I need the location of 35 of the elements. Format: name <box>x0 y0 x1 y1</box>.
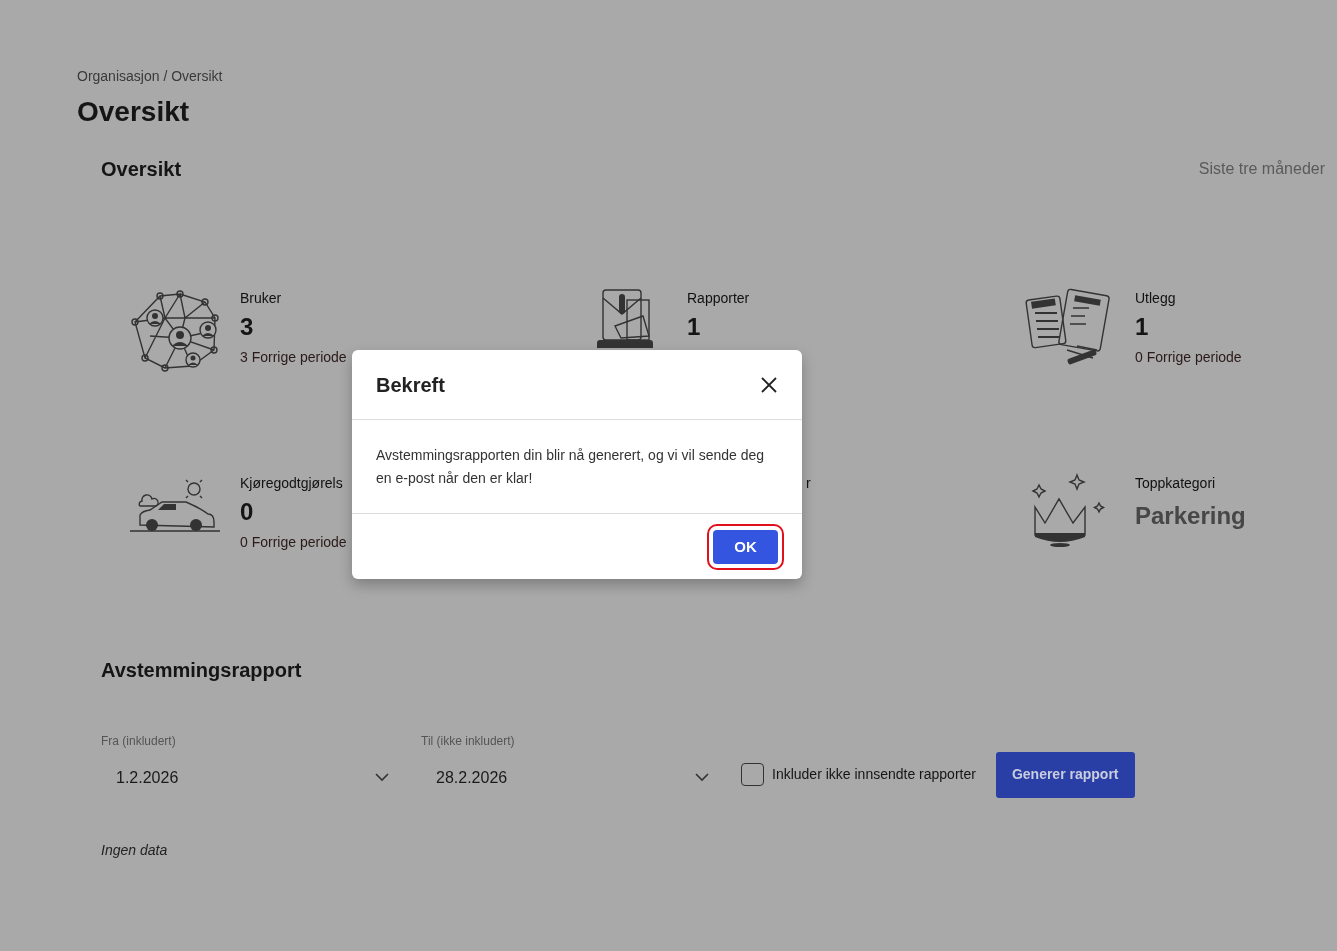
stat-value: 1 <box>1135 312 1150 342</box>
previous-period: 3 Forrige periode <box>240 348 347 368</box>
section-title: Oversikt <box>101 156 182 181</box>
checkbox-label: Inkluder ikke innsendte rapporter <box>772 765 976 785</box>
checkbox[interactable] <box>741 763 764 787</box>
stat-label: r <box>806 473 811 493</box>
stat-value: 1 <box>687 312 702 342</box>
stat-label: Utlegg <box>1135 288 1177 308</box>
date-select[interactable]: 1.2.2026 <box>101 757 395 798</box>
top-category: Parkering <box>1135 500 1246 531</box>
dialog-message: Avstemmingsrapporten din blir nå generert, og vi vil sende deg en e-post når den er klar! <box>376 446 766 488</box>
close-button[interactable] <box>760 375 778 394</box>
chevron-down-icon <box>695 773 709 783</box>
page-title: Oversikt <box>77 95 191 129</box>
chevron-down-icon <box>375 773 389 783</box>
stat-value: 0 <box>240 497 255 527</box>
dialog-title: Bekreft <box>376 372 445 397</box>
field-label: Til (ikke inkludert) <box>421 732 516 750</box>
stat-label: Bruker <box>240 288 283 308</box>
previous-period: 0 Forrige periode <box>240 533 347 553</box>
generate-report-button[interactable]: Generer rapport <box>995 751 1135 798</box>
section-title: Avstemmingsrapport <box>101 657 303 682</box>
stat-label: Rapporter <box>687 288 750 308</box>
close-icon <box>760 375 778 394</box>
stat-value: 3 <box>240 312 255 342</box>
date-select[interactable]: 28.2.2026 <box>421 757 715 798</box>
stat-label: Toppkategori <box>1135 473 1217 493</box>
empty-state-text: Ingen data <box>101 840 169 860</box>
period-label: Siste tre måneder <box>1198 158 1325 179</box>
mailbox-icon <box>595 287 655 348</box>
previous-period: 0 Forrige periode <box>1135 348 1242 368</box>
field-label: Fra (inkludert) <box>101 732 177 750</box>
stat-label: Kjøregodtgjørels <box>240 473 344 493</box>
breadcrumb: Organisasjon / Oversikt <box>77 67 224 86</box>
network-icon <box>130 287 220 374</box>
